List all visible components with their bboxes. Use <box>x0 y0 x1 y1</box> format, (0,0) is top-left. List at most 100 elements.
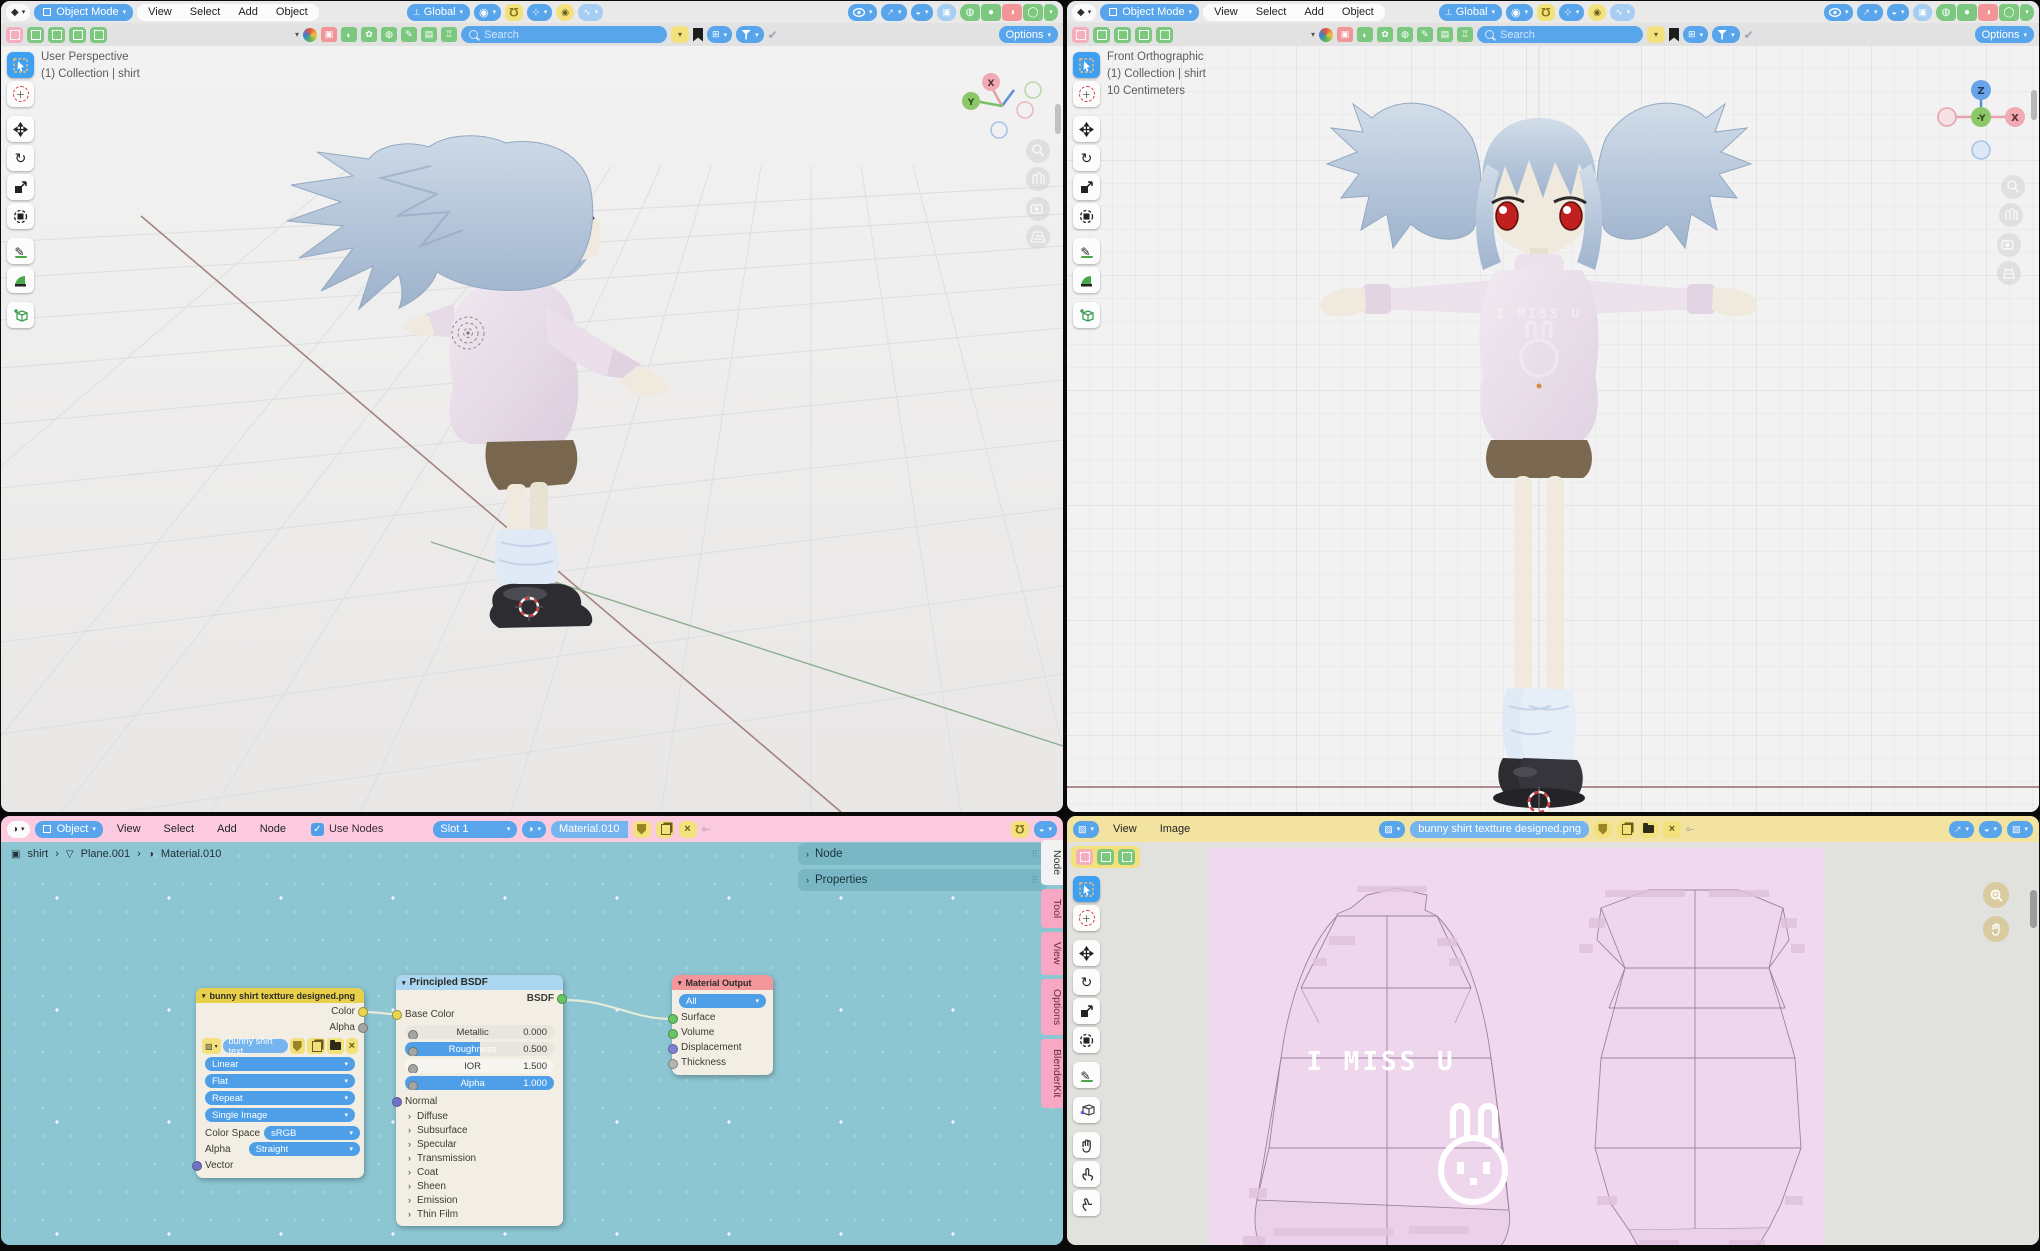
metallic-input-socket[interactable] <box>408 1030 418 1039</box>
image-fake-user-button[interactable] <box>1594 821 1612 838</box>
color-output-socket[interactable] <box>358 1007 368 1017</box>
section-specular[interactable]: ›Specular <box>396 1137 563 1151</box>
menu-view[interactable]: View <box>1104 823 1146 835</box>
ior-slider[interactable]: IOR1.500 <box>405 1059 554 1073</box>
overlays-dropdown[interactable]: ◒▾ <box>911 4 934 21</box>
roughness-input-socket[interactable] <box>408 1047 418 1056</box>
base-color-input-socket[interactable] <box>392 1010 402 1020</box>
asset-list-dropdown[interactable]: ⊞▾ <box>707 26 732 43</box>
principled-bsdf-node-header[interactable]: ▾Principled BSDF <box>396 975 563 990</box>
overlays-dropdown[interactable]: ◒▾ <box>1887 4 1910 21</box>
asset-list-dropdown[interactable]: ⊞▾ <box>1683 26 1708 43</box>
snap-settings-dropdown[interactable]: ⊹▾ <box>527 4 552 21</box>
select-mode-subtract-icon[interactable] <box>1118 849 1135 865</box>
viewport-scrollbar[interactable] <box>2031 90 2037 120</box>
menu-object[interactable]: Object <box>1333 6 1383 18</box>
select-box-tool[interactable] <box>1073 876 1100 902</box>
asset-collapse-chevron[interactable]: ▾ <box>295 30 299 39</box>
section-sheen[interactable]: ›Sheen <box>396 1179 563 1193</box>
target-dropdown[interactable]: All▾ <box>679 994 766 1008</box>
color-space-dropdown[interactable]: sRGB▾ <box>264 1126 360 1140</box>
mode-dropdown[interactable]: Object Mode▾ <box>34 4 133 21</box>
visibility-dropdown[interactable]: ▾ <box>848 4 878 21</box>
blenderkit-model-icon[interactable] <box>303 28 317 42</box>
pivot-point-dropdown[interactable]: ◉▾ <box>1506 4 1533 21</box>
section-thin-film[interactable]: ›Thin Film <box>396 1207 563 1221</box>
gizmos-dropdown[interactable]: ↗▾ <box>881 4 906 21</box>
section-subsurface[interactable]: ›Subsurface <box>396 1123 563 1137</box>
image-name-field[interactable]: bunny shirt text... <box>223 1039 288 1053</box>
move-tool[interactable] <box>1073 940 1100 966</box>
image-browse-dropdown[interactable]: ▨▾ <box>202 1038 221 1054</box>
scale-tool[interactable] <box>1073 998 1100 1024</box>
snap-settings-dropdown[interactable]: ⊹▾ <box>1559 4 1584 21</box>
image-open-button[interactable] <box>327 1038 344 1054</box>
image-new-button[interactable] <box>307 1038 325 1054</box>
gizmos-dropdown[interactable]: ↗▾ <box>1949 821 1974 838</box>
menu-select[interactable]: Select <box>1247 6 1296 18</box>
image-new-button[interactable] <box>1617 821 1635 838</box>
uv-island-back[interactable] <box>1595 890 1801 1245</box>
alpha-output-socket[interactable] <box>358 1023 368 1033</box>
editor-type-button[interactable]: ◆▾ <box>1072 4 1096 21</box>
material-output-node-header[interactable]: ▾Material Output <box>672 975 773 990</box>
measure-tool[interactable] <box>1073 267 1100 293</box>
select-box-tool[interactable] <box>7 52 34 78</box>
annotate-tool[interactable]: ✎ <box>7 238 34 264</box>
ior-input-socket[interactable] <box>408 1064 418 1073</box>
menu-view[interactable]: View <box>139 6 181 18</box>
search-history-button[interactable]: ▾ <box>1647 26 1665 43</box>
viewport-canvas[interactable]: X Y User Perspective (1) Collection | sh… <box>1 46 1063 812</box>
proportional-edit-toggle[interactable]: ◉ <box>1588 4 1606 21</box>
scale-tool[interactable] <box>7 174 34 200</box>
asset-type-material-icon[interactable]: ◐ <box>1357 27 1373 42</box>
asset-type-hdr-icon[interactable]: ◍ <box>1397 27 1413 42</box>
asset-type-nodegroup-icon[interactable]: ▤ <box>421 27 437 42</box>
shading-material-button[interactable]: ◑ <box>1002 4 1022 21</box>
snap-toggle[interactable]: Ω <box>505 4 523 21</box>
menu-image[interactable]: Image <box>1151 823 1200 835</box>
asset-type-brush-icon[interactable]: ✎ <box>1417 27 1433 42</box>
shading-solid-button[interactable]: ● <box>1957 4 1977 21</box>
select-mode-subtract-icon[interactable] <box>1114 27 1131 43</box>
transform-tool[interactable] <box>1073 203 1100 229</box>
bsdf-output-socket[interactable] <box>557 994 567 1004</box>
cursor-tool[interactable]: ＋ <box>1073 905 1100 931</box>
sample-box-tool[interactable] <box>1073 1097 1100 1123</box>
transform-tool[interactable] <box>1073 1027 1100 1053</box>
asset-type-nodegroup-icon[interactable]: ▤ <box>1437 27 1453 42</box>
asset-type-model-icon[interactable]: ▣ <box>1337 27 1353 42</box>
asset-search-input[interactable]: Search <box>1477 26 1643 43</box>
roughness-slider[interactable]: Roughness0.500 <box>405 1042 554 1056</box>
asset-type-scene-icon[interactable]: ✿ <box>361 27 377 42</box>
viewport-canvas[interactable]: I MISS U <box>1067 46 2039 812</box>
volume-input-socket[interactable] <box>668 1029 678 1039</box>
thickness-input-socket[interactable] <box>668 1059 678 1069</box>
asset-type-printable-icon[interactable]: ♖ <box>441 27 457 42</box>
asset-type-brush-icon[interactable]: ✎ <box>401 27 417 42</box>
image-name-field[interactable]: bunny shirt textture designed.png <box>1410 821 1589 838</box>
menu-object[interactable]: Object <box>267 6 317 18</box>
rotate-tool[interactable]: ↻ <box>1073 145 1100 171</box>
rotate-tool[interactable]: ↻ <box>7 145 34 171</box>
mode-dropdown[interactable]: Object Mode▾ <box>1100 4 1199 21</box>
viewport-scrollbar[interactable] <box>1055 104 1061 134</box>
shading-wireframe-button[interactable]: ◍ <box>960 4 980 21</box>
asset-filter-dropdown[interactable]: ▾ <box>1712 26 1740 43</box>
scale-tool[interactable] <box>1073 174 1100 200</box>
projection-dropdown[interactable]: Flat▾ <box>205 1074 355 1088</box>
metallic-slider[interactable]: Metallic0.000 <box>405 1025 554 1039</box>
rotate-tool[interactable]: ↻ <box>1073 969 1100 995</box>
grab-tool[interactable] <box>1073 1132 1100 1158</box>
image-browse-dropdown[interactable]: ▨▾ <box>1379 821 1405 838</box>
image-fake-user-button[interactable] <box>290 1038 305 1054</box>
select-mode-extend-icon[interactable] <box>1093 27 1110 43</box>
image-open-button[interactable] <box>1640 821 1658 838</box>
select-mode-intersect-icon[interactable] <box>1156 27 1173 43</box>
annotate-tool[interactable]: ✎ <box>1073 238 1100 264</box>
pin-icon[interactable]: ⟜ <box>1686 823 1695 836</box>
vector-input-socket[interactable] <box>192 1161 202 1171</box>
menu-select[interactable]: Select <box>181 6 230 18</box>
select-mode-new-icon[interactable] <box>1072 27 1089 43</box>
surface-input-socket[interactable] <box>668 1014 678 1024</box>
